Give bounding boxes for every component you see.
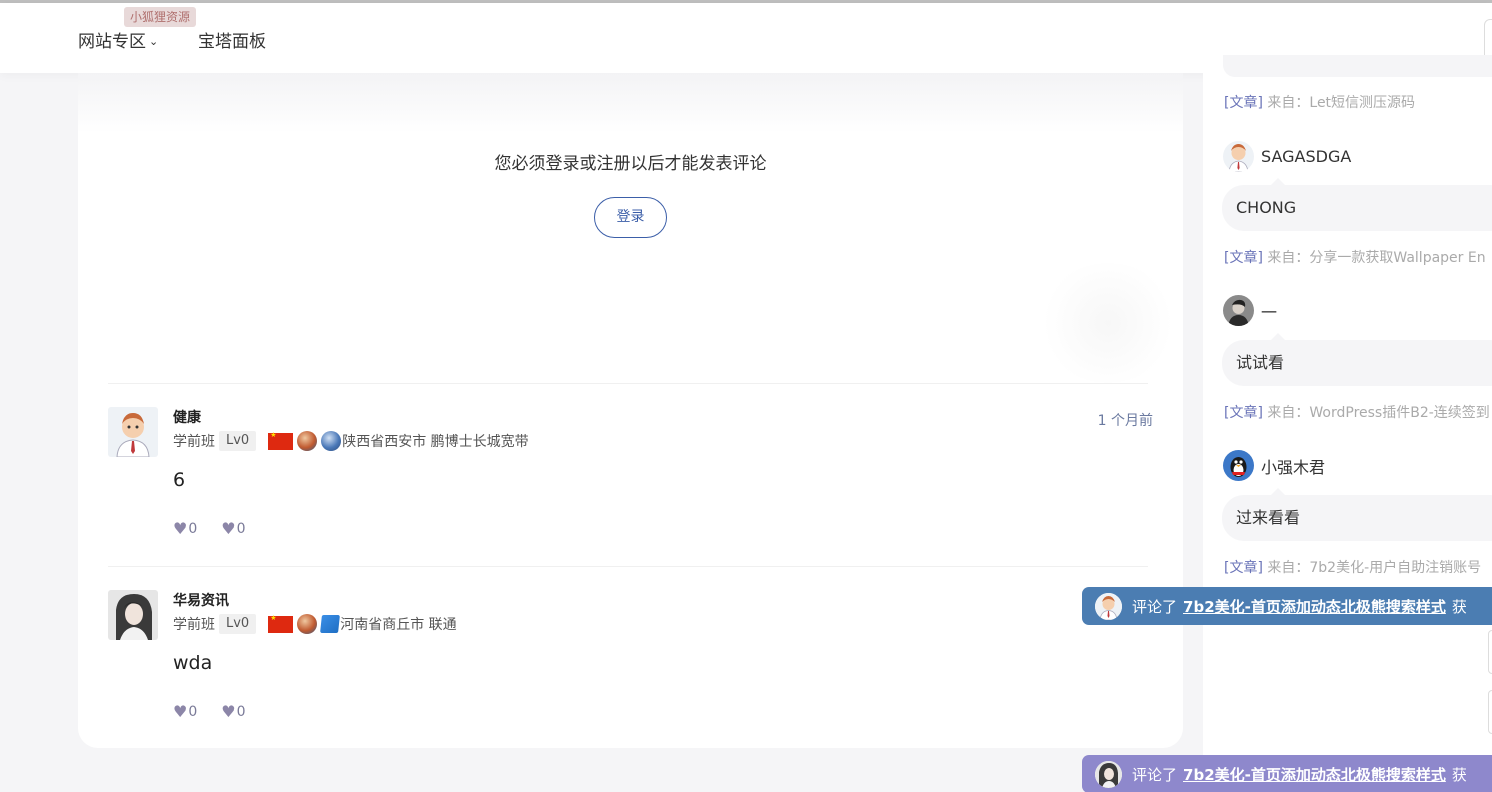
avatar[interactable] [108, 407, 158, 457]
sidebar-username: 小强木君 [1261, 457, 1326, 477]
toast-suffix: 获 [1451, 597, 1467, 616]
comment-meta: 学前班 Lv0 河南省商丘市 联通 [173, 612, 457, 636]
user-rank: 学前班 [173, 434, 215, 450]
avatar [1095, 592, 1122, 620]
toast-prefix: 评论了 [1132, 597, 1178, 616]
comment-meta: 学前班 Lv0 陕西省西安市 鹏博士长城宽带 [173, 429, 529, 453]
dislike-button[interactable]: ♥ 0 [221, 519, 245, 538]
comment-bubble[interactable]: 过来看看 [1222, 488, 1492, 541]
avatar[interactable] [108, 590, 158, 640]
comment-source[interactable]: [文章] 来自：Let短信测压源码 [1224, 92, 1415, 112]
comment-bubble[interactable]: CHONG [1222, 178, 1492, 231]
scroll-edge-control[interactable] [1488, 690, 1492, 734]
comment-bubble [1223, 55, 1492, 77]
divider [108, 566, 1148, 567]
source-prefix: 来自： [1267, 95, 1310, 111]
sidebar-username: 一 [1261, 302, 1278, 322]
source-title: 分享一款获取Wallpaper En [1309, 250, 1486, 266]
like-count: 0 [188, 520, 198, 537]
toast-prefix: 评论了 [1132, 765, 1178, 784]
source-title: 7b2美化-用户自助注销账号 [1309, 560, 1482, 576]
comment-location: 陕西省西安市 鹏博士长城宽带 [342, 434, 529, 450]
comment-source[interactable]: [文章] 来自：分享一款获取Wallpaper En [1224, 247, 1486, 267]
like-button[interactable]: ♥ 0 [173, 519, 197, 538]
comment-text: 6 [173, 469, 186, 491]
dislike-button[interactable]: ♥ 0 [221, 702, 245, 721]
user-rank: 学前班 [173, 617, 215, 633]
browser-icon [297, 614, 318, 634]
comment-actions: ♥ 0 ♥ 0 [173, 519, 270, 538]
comments-card: 您必须登录或注册以后才能发表评论 登录 健康 1 个月前 学前班 Lv0 陕西省… [78, 73, 1183, 748]
chevron-down-icon: ⌄ [149, 35, 159, 48]
comment-bubble[interactable]: 试试看 [1222, 333, 1492, 386]
comment-item: 华易资讯 学前班 Lv0 河南省商丘市 联通 wda ♥0 ♥0 [108, 590, 1153, 730]
nav-item-label: 网站专区 [78, 32, 146, 52]
comment-text: wda [173, 652, 213, 674]
nav-item-website-zone[interactable]: 网站专区 ⌄ [78, 27, 158, 52]
comment-author[interactable]: 华易资讯 [173, 590, 229, 610]
source-tag: [文章] [1224, 95, 1263, 111]
source-prefix: 来自： [1267, 560, 1310, 576]
qq-penguin-avatar [1223, 450, 1254, 481]
dislike-count: 0 [236, 520, 246, 537]
heart-icon: ♥ [173, 519, 188, 538]
like-count: 0 [188, 703, 198, 720]
level-badge: Lv0 [219, 431, 257, 451]
comment-notification-toast[interactable]: 评论了 7b2美化-首页添加动态北极熊搜索样式 获 [1082, 587, 1492, 625]
browser-icon [297, 431, 318, 451]
sidebar-user[interactable]: SAGASDGA [1223, 141, 1351, 172]
scroll-edge-control[interactable] [1488, 630, 1492, 674]
toast-suffix: 获 [1451, 765, 1467, 784]
avatar [1095, 760, 1122, 788]
sidebar-username: SAGASDGA [1261, 147, 1352, 166]
comment-notification-toast[interactable]: 评论了 7b2美化-首页添加动态北极熊搜索样式 获 [1082, 755, 1492, 792]
avatar [1223, 295, 1254, 326]
comment-source[interactable]: [文章] 来自：WordPress插件B2-连续签到 [1224, 402, 1490, 422]
source-tag: [文章] [1224, 560, 1263, 576]
comment-author[interactable]: 健康 [173, 407, 201, 427]
comment-time: 1 个月前 [1097, 413, 1153, 429]
source-tag: [文章] [1224, 250, 1263, 266]
avatar [1223, 141, 1254, 172]
os-icon [321, 431, 342, 451]
recent-comments-sidebar: [文章] 来自：Let短信测压源码 SAGASDGA CHONG [文章] 来自… [1203, 55, 1492, 792]
china-flag-icon [268, 614, 294, 633]
divider [108, 383, 1148, 384]
toast-article-link[interactable]: 7b2美化-首页添加动态北极熊搜索样式 [1183, 764, 1446, 785]
level-badge: Lv0 [219, 614, 257, 634]
windows-icon [320, 615, 341, 633]
dislike-count: 0 [236, 703, 246, 720]
china-flag-icon [268, 431, 294, 450]
source-prefix: 来自： [1267, 250, 1310, 266]
source-tag: [文章] [1224, 405, 1263, 421]
sidebar-user[interactable]: 小强木君 [1223, 450, 1325, 481]
login-required-message: 您必须登录或注册以后才能发表评论 [494, 154, 767, 174]
comment-actions: ♥ 0 ♥ 0 [173, 702, 270, 721]
broken-heart-icon: ♥ [221, 519, 236, 538]
like-button[interactable]: ♥ 0 [173, 702, 197, 721]
source-title: WordPress插件B2-连续签到 [1309, 405, 1490, 421]
comment-location: 河南省商丘市 联通 [340, 617, 457, 633]
nav-item-bt-panel[interactable]: 宝塔面板 [198, 27, 266, 52]
sidebar-user[interactable]: 一 [1223, 295, 1277, 326]
source-prefix: 来自： [1267, 405, 1310, 421]
login-button[interactable]: 登录 [594, 197, 667, 238]
source-title: Let短信测压源码 [1309, 95, 1416, 111]
broken-heart-icon: ♥ [221, 702, 236, 721]
nav-badge: 小狐狸资源 [124, 7, 197, 27]
comment-source[interactable]: [文章] 来自：7b2美化-用户自助注销账号 [1224, 557, 1481, 577]
heart-icon: ♥ [173, 702, 188, 721]
card-top-fade [78, 73, 1183, 133]
comment-item: 健康 1 个月前 学前班 Lv0 陕西省西安市 鹏博士长城宽带 6 ♥0 ♥0 [108, 407, 1153, 547]
toast-article-link[interactable]: 7b2美化-首页添加动态北极熊搜索样式 [1183, 596, 1446, 617]
background-watermark [1038, 263, 1178, 383]
